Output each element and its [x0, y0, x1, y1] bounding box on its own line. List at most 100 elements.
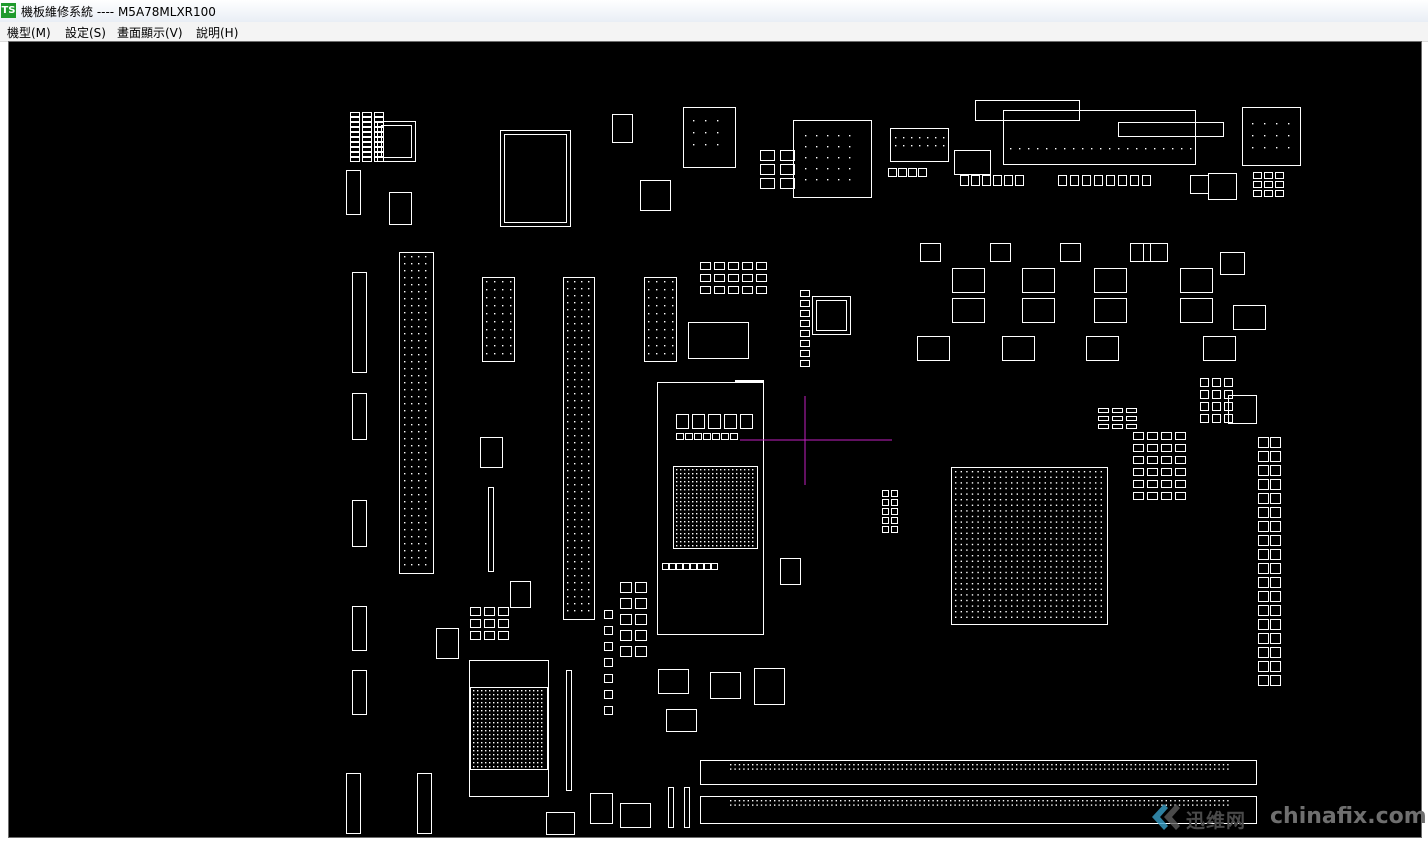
small-component[interactable]: [1258, 619, 1269, 630]
small-component[interactable]: [1094, 175, 1103, 186]
small-component[interactable]: [498, 607, 509, 616]
vrm-choke[interactable]: [1180, 268, 1213, 293]
vrm-choke[interactable]: [917, 336, 950, 361]
small-component[interactable]: [635, 630, 647, 641]
small-component[interactable]: [1258, 535, 1269, 546]
small-component[interactable]: [735, 380, 764, 382]
vrm-choke[interactable]: [1233, 305, 1266, 330]
small-component[interactable]: [714, 262, 725, 270]
small-component[interactable]: [350, 152, 360, 157]
small-component[interactable]: [1098, 416, 1109, 421]
small-component[interactable]: [700, 286, 711, 294]
small-component[interactable]: [1270, 619, 1281, 630]
small-component[interactable]: [882, 499, 889, 506]
small-component[interactable]: [1258, 675, 1269, 686]
serial-connector[interactable]: [1118, 122, 1224, 137]
small-ic[interactable]: [480, 437, 503, 468]
small-component[interactable]: [728, 262, 739, 270]
small-component[interactable]: [498, 619, 509, 628]
small-component[interactable]: [704, 563, 711, 570]
small-component[interactable]: [1098, 408, 1109, 413]
small-component[interactable]: [1147, 432, 1158, 440]
small-component[interactable]: [1175, 432, 1186, 440]
small-ic[interactable]: [436, 628, 459, 659]
southbridge-bga[interactable]: [470, 687, 548, 770]
small-component[interactable]: [1270, 507, 1281, 518]
small-component[interactable]: [1258, 633, 1269, 644]
small-component[interactable]: [1133, 480, 1144, 488]
small-component[interactable]: [350, 122, 360, 127]
small-component[interactable]: [800, 360, 810, 367]
small-component[interactable]: [1258, 479, 1269, 490]
small-component[interactable]: [1133, 432, 1144, 440]
small-component[interactable]: [1133, 492, 1144, 500]
small-component[interactable]: [1258, 437, 1269, 448]
small-component[interactable]: [1212, 378, 1221, 387]
small-component[interactable]: [374, 112, 384, 117]
small-component[interactable]: [756, 274, 767, 282]
small-component[interactable]: [1258, 549, 1269, 560]
small-component[interactable]: [374, 147, 384, 152]
small-component[interactable]: [362, 147, 372, 152]
small-component[interactable]: [700, 262, 711, 270]
small-component[interactable]: [1200, 402, 1209, 411]
small-ic[interactable]: [620, 803, 651, 828]
small-ic[interactable]: [666, 709, 697, 732]
small-component[interactable]: [697, 563, 704, 570]
small-component[interactable]: [1270, 493, 1281, 504]
small-component[interactable]: [662, 563, 669, 570]
small-component[interactable]: [800, 310, 810, 317]
small-component[interactable]: [1130, 175, 1139, 186]
small-header[interactable]: [352, 500, 367, 547]
small-component[interactable]: [604, 658, 613, 667]
small-component[interactable]: [350, 142, 360, 147]
small-ic[interactable]: [640, 180, 671, 211]
small-component[interactable]: [1161, 480, 1172, 488]
small-component[interactable]: [1253, 181, 1262, 188]
small-component[interactable]: [484, 619, 495, 628]
small-component[interactable]: [993, 175, 1002, 186]
small-component[interactable]: [1106, 175, 1115, 186]
small-header[interactable]: [346, 170, 361, 215]
small-component[interactable]: [1258, 465, 1269, 476]
small-component[interactable]: [604, 642, 613, 651]
small-component[interactable]: [724, 414, 737, 429]
small-component[interactable]: [1161, 444, 1172, 452]
small-component[interactable]: [1112, 424, 1123, 429]
small-component[interactable]: [1258, 493, 1269, 504]
small-component[interactable]: [484, 631, 495, 640]
vrm-choke[interactable]: [1094, 268, 1127, 293]
super-io-inner[interactable]: [816, 300, 847, 331]
thin-header[interactable]: [566, 670, 572, 791]
small-component[interactable]: [1175, 492, 1186, 500]
small-component[interactable]: [742, 262, 753, 270]
small-component[interactable]: [703, 433, 711, 440]
small-component[interactable]: [960, 175, 969, 186]
small-component[interactable]: [362, 132, 372, 137]
small-component[interactable]: [1143, 243, 1168, 262]
small-component[interactable]: [1200, 378, 1209, 387]
small-component[interactable]: [1212, 414, 1221, 423]
vrm-choke[interactable]: [1086, 336, 1119, 361]
vrm-choke[interactable]: [952, 298, 985, 323]
small-ic[interactable]: [710, 672, 741, 699]
small-component[interactable]: [1161, 432, 1172, 440]
small-component[interactable]: [374, 132, 384, 137]
small-component[interactable]: [374, 152, 384, 157]
small-header[interactable]: [352, 606, 367, 651]
small-component[interactable]: [1270, 535, 1281, 546]
small-component[interactable]: [690, 563, 697, 570]
small-component[interactable]: [1224, 378, 1233, 387]
vrm-choke[interactable]: [1180, 298, 1213, 323]
top-right-connector[interactable]: [1242, 107, 1301, 166]
small-component[interactable]: [760, 150, 775, 161]
small-component[interactable]: [760, 164, 775, 175]
small-component[interactable]: [1118, 175, 1127, 186]
chipset-bga[interactable]: [673, 466, 758, 549]
small-component[interactable]: [1112, 408, 1123, 413]
small-component[interactable]: [711, 563, 718, 570]
small-component[interactable]: [1161, 492, 1172, 500]
small-ic[interactable]: [780, 558, 801, 585]
small-component[interactable]: [1098, 424, 1109, 429]
small-component[interactable]: [620, 646, 632, 657]
